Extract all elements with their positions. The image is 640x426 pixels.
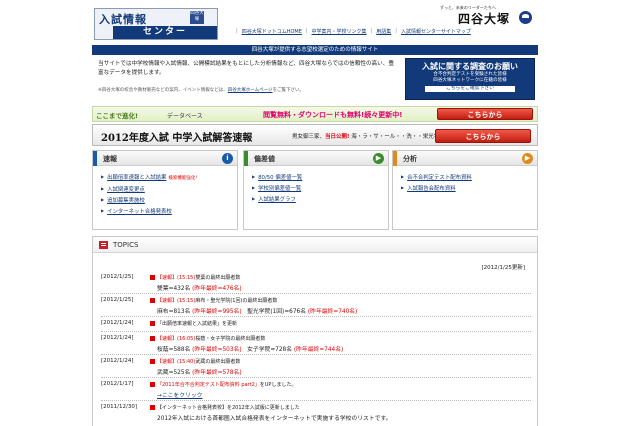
answer-flash-title: 2012年度入試 中学入試解答速報 [101, 133, 253, 144]
new-icon [150, 336, 155, 341]
brand-mark-icon [519, 11, 532, 24]
topic-item: [2011/12/30] 【インターネット合格発表校】を2012年入試版に更新し… [101, 404, 392, 422]
database-message: 閲覧無料・ダウンロードも無料!続々更新中! [263, 111, 403, 119]
hensachi-title: 偏差値 [254, 155, 275, 163]
nav-home-link[interactable]: 四谷大塚ドットコムHOME [242, 28, 302, 35]
topic-item: [2012/1/17] 「2011年合不合判定テスト配布資料 part2」をUP… [101, 381, 531, 401]
database-banner[interactable]: ここまで進化! データベース 閲覧無料・ダウンロードも無料!続々更新中! こちら… [92, 106, 538, 122]
nav-school-links[interactable]: 中学案内・学校リンク集 [312, 28, 367, 35]
intro-text: 当サイトでは中学校情報や入試情報、公開模試結果をもとにした分析情報など、四谷大塚… [98, 61, 394, 76]
list-item[interactable]: 入試報告会配布資料 [401, 183, 537, 194]
new-icon [150, 275, 155, 280]
nav-glossary-link[interactable]: 用語集 [376, 28, 391, 35]
topics-title: TOPICS [113, 241, 139, 249]
info-icon: i [222, 153, 233, 164]
logo-subtitle: センター [113, 26, 217, 39]
answer-flash-sub: 男女御三家、当日公開! 海・ラ・サ・ール・・洗・・栄光学校など [292, 134, 456, 140]
top-nav: | 四谷大塚ドットコムHOME | 中学案内・学校リンク集 | 用語集 | 入試… [236, 28, 471, 35]
survey-line2: 四谷大塚ネットワークに在籍の皆様 [433, 78, 507, 83]
hensachi-panel: 偏差値 ▶ 80/50 偏差値一覧 学校別偏差値一覧 入試結果グラフ [243, 150, 389, 230]
database-logo: ここまで進化! [96, 112, 138, 120]
new-icon [150, 298, 155, 303]
list-item[interactable]: 入試関連変更点 [101, 184, 237, 195]
new-icon [150, 359, 155, 364]
topic-item: [2012/1/25] 【速報】(15:15)麻布・聖光学院(1回)の最終出願者… [101, 297, 531, 317]
nav-sitemap-link[interactable]: 入試情報センターサイトマップ [401, 28, 471, 35]
database-label: データベース [167, 113, 203, 120]
bunseki-panel: 分析 ▶ 合不合判定テスト配布資料 入試報告会配布資料 [392, 150, 538, 230]
site-logo[interactable]: 入試情報 四谷大塚 センター [94, 8, 218, 40]
page: 入試情報 四谷大塚 センター ずっと、未来のリーダーたちへ 四谷大塚 | 四谷大… [0, 0, 640, 426]
list-item[interactable]: 学校別偏差値一覧 [252, 183, 388, 194]
intro-note: ※四谷大塚の校舎や教材販売などの案内、イベント情報などは、四谷大塚ホームページを… [98, 88, 305, 93]
arrow-right-icon: ▶ [522, 153, 533, 164]
arrow-right-icon: ▶ [373, 153, 384, 164]
survey-title: 入試に関する調査のお願い [422, 62, 518, 71]
topic-item: [2012/1/24] 【速報】(16:05)桜蔭・女子学院の最終出願者数 桜蔭… [101, 335, 531, 355]
survey-cta: こちらをご確認下さい [425, 86, 515, 92]
click-here-link[interactable]: →ここをクリック [157, 393, 202, 399]
survey-banner[interactable]: 入試に関する調査のお願い 合不合判定テストを受験された皆様 四谷大塚ネットワーク… [405, 58, 535, 100]
topic-item: [2012/1/24] 【速報】(15:40)武蔵の最終出願者数 武蔵=525名… [101, 358, 531, 378]
topics-icon [99, 241, 108, 249]
logo-title: 入試情報 [99, 13, 147, 26]
answer-flash-go-button[interactable]: こちらから [435, 129, 531, 143]
list-item[interactable]: 出願倍率速報と入試結果検索機能強化! [101, 172, 237, 184]
topics-section: TOPICS [2012/1/25更新] [2012/1/25] 【速報】(15… [92, 236, 538, 426]
new-icon [150, 321, 155, 326]
answer-flash-banner[interactable]: 2012年度入試 中学入試解答速報 男女御三家、当日公開! 海・ラ・サ・ール・・… [92, 124, 538, 146]
list-item[interactable]: インターネット合格発表校 [101, 206, 237, 217]
new-icon [150, 405, 155, 410]
list-item[interactable]: 入試結果グラフ [252, 194, 388, 205]
sokuho-panel: 速報 i 出願倍率速報と入試結果検索機能強化! 入試関連変更点 追加募集実施校 … [92, 150, 238, 230]
yotsuya-homepage-link[interactable]: 四谷大塚ホームページ [228, 88, 273, 93]
database-go-button[interactable]: こちらから [437, 108, 533, 120]
logo-badge: 四谷大塚 [190, 11, 204, 24]
bunseki-title: 分析 [403, 155, 417, 163]
topic-materials-link[interactable]: 「2011年合不合判定テスト配布資料 part2」 [157, 382, 260, 388]
new-icon [150, 382, 155, 387]
topic-item: [2012/1/25] 【速報】(15:15)雙葉の最終出願者数 雙葉=432名… [101, 274, 531, 294]
list-item[interactable]: 80/50 偏差値一覧 [252, 172, 388, 183]
topics-updated: [2012/1/25更新] [481, 265, 526, 271]
topic-item: [2012/1/24] 「出願倍率速報と入試結果」を更新 [101, 320, 531, 332]
list-item[interactable]: 追加募集実施校 [101, 195, 237, 206]
list-item[interactable]: 合不合判定テスト配布資料 [401, 172, 537, 183]
sokuho-title: 速報 [103, 155, 117, 163]
brand-logo[interactable]: 四谷大塚 [458, 10, 510, 27]
site-description-bar: 四谷大塚が提供する志望校選定のための情報サイト [92, 45, 538, 55]
